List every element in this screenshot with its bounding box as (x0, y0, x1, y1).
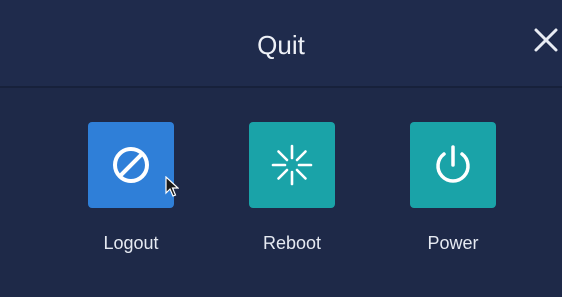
close-icon (534, 28, 558, 52)
quit-dialog: Quit Logout Reboot Power (0, 0, 562, 297)
dialog-title: Quit (257, 30, 305, 60)
reboot-label: Reboot (262, 233, 322, 253)
close-button[interactable] (531, 23, 561, 57)
mouse-cursor-icon (165, 176, 179, 197)
power-icon (436, 145, 470, 183)
power-label: Power (427, 233, 479, 253)
reboot-icon (271, 144, 313, 186)
power-button[interactable]: Power (398, 122, 508, 254)
logout-tile[interactable] (88, 122, 174, 208)
reboot-tile[interactable] (249, 122, 335, 208)
power-tile[interactable] (410, 122, 496, 208)
dialog-header: Quit (0, 0, 562, 88)
dialog-body: Logout Reboot Power (0, 88, 562, 297)
reboot-button[interactable]: Reboot (237, 122, 347, 254)
logout-label: Logout (103, 233, 159, 253)
logout-icon (113, 147, 149, 183)
